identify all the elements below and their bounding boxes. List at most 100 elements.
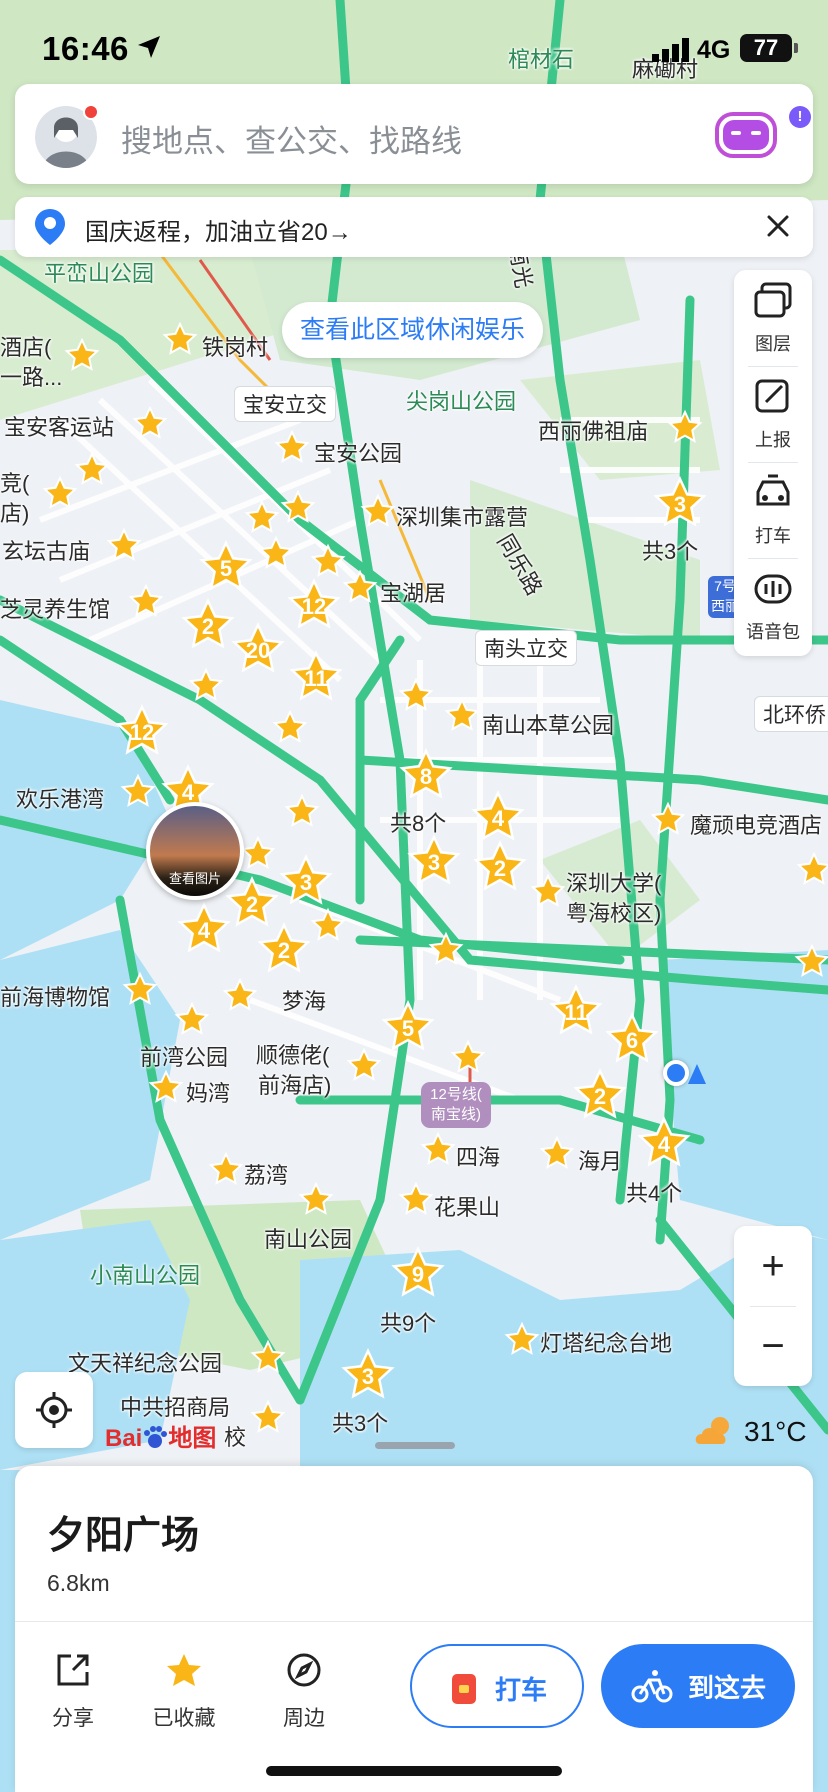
place-detail-sheet: 夕阳广场 6.8km 分享 已收藏 周边 打车 到这去 bbox=[15, 1466, 813, 1792]
notice-text: 国庆返程，加油立省20→ bbox=[85, 219, 352, 246]
label-partial-1: 竞( bbox=[0, 471, 30, 496]
nearby-label: 周边 bbox=[283, 1707, 325, 1730]
label-cluster-9: 共9个 bbox=[380, 1311, 437, 1336]
label-xiaonanshan-park: 小南山公园 bbox=[90, 1263, 201, 1288]
star-icon bbox=[167, 1654, 201, 1686]
map-tool-panel: 图层 上报 打车 语音包 bbox=[734, 270, 812, 656]
label-mowan-hotel: 魔顽电竞酒店 bbox=[690, 813, 823, 838]
metro-badge-line2: 南宝线) bbox=[431, 1106, 481, 1123]
compass-icon bbox=[287, 1653, 321, 1687]
label-wentianxiang-park: 文天祥纪念公园 bbox=[68, 1351, 223, 1376]
current-location-dot bbox=[663, 1060, 689, 1086]
ai-assistant-icon[interactable] bbox=[715, 112, 777, 158]
share-icon bbox=[57, 1654, 89, 1686]
label-cluster-8: 共8个 bbox=[390, 811, 447, 836]
nearby-button[interactable]: 周边 bbox=[259, 1652, 349, 1732]
search-bar[interactable]: 搜地点、查公交、找路线 ! bbox=[15, 84, 813, 184]
heading-arrow-icon bbox=[688, 1064, 706, 1084]
red-envelope-icon bbox=[452, 1674, 476, 1704]
share-button[interactable]: 分享 bbox=[28, 1652, 118, 1732]
label-qianhai-museum: 前海博物馆 bbox=[0, 985, 111, 1010]
label-liwan: 荔湾 bbox=[244, 1163, 289, 1188]
place-title: 夕阳广场 bbox=[47, 1515, 200, 1557]
network-type: 4G bbox=[697, 36, 731, 64]
label-cluster-3b: 共3个 bbox=[332, 1411, 389, 1436]
label-shundelao-2: 前海店) bbox=[258, 1073, 332, 1098]
cloud-sun-icon bbox=[695, 1417, 729, 1444]
layers-icon bbox=[754, 282, 792, 318]
tool-taxi-label: 打车 bbox=[755, 526, 791, 546]
locate-me-button[interactable] bbox=[15, 1372, 93, 1448]
sunset-photo-marker[interactable]: 查看图片 bbox=[146, 802, 244, 900]
label-baoan-bus-station: 宝安客运站 bbox=[4, 415, 115, 440]
label-pingluan-park: 平峦山公园 bbox=[44, 261, 155, 286]
promo-notice[interactable]: 国庆返程，加油立省20→ bbox=[15, 197, 813, 257]
label-haiyue: 海月 bbox=[578, 1149, 623, 1174]
signal-bars-icon bbox=[652, 38, 689, 62]
label-camping: 深圳集市露营 bbox=[396, 505, 529, 530]
label-qianwan-park: 前湾公园 bbox=[140, 1045, 229, 1070]
metro-line-12-badge: 12号线( 南宝线) bbox=[421, 1082, 491, 1128]
label-mawan: 妈湾 bbox=[186, 1081, 231, 1106]
zoom-control: + − bbox=[734, 1226, 812, 1386]
label-cluster-4: 共4个 bbox=[626, 1181, 683, 1206]
label-baohuju: 宝湖居 bbox=[380, 581, 447, 606]
favorite-button[interactable]: 已收藏 bbox=[139, 1652, 229, 1732]
report-icon bbox=[755, 379, 789, 413]
explore-area-chip[interactable]: 查看此区域休闲娱乐 bbox=[282, 302, 544, 358]
label-cmg-school: 校 bbox=[224, 1425, 247, 1450]
label-huaguoshan: 花果山 bbox=[434, 1195, 501, 1220]
assistant-alert-badge: ! bbox=[789, 106, 811, 128]
tool-report[interactable]: 上报 bbox=[734, 366, 812, 462]
label-menghai: 梦海 bbox=[282, 989, 327, 1014]
photo-marker-label: 查看图片 bbox=[168, 871, 221, 886]
paw-icon bbox=[144, 1426, 168, 1448]
tool-voice-pack[interactable]: 语音包 bbox=[734, 558, 812, 654]
label-jiangang-park: 尖岗山公园 bbox=[406, 389, 517, 414]
weather-temp: 31°C bbox=[744, 1416, 807, 1447]
label-road-partial: 一路... bbox=[0, 365, 63, 390]
label-huanle-harbor: 欢乐港湾 bbox=[16, 787, 105, 812]
search-input[interactable]: 搜地点、查公交、找路线 bbox=[121, 116, 462, 161]
go-here-button[interactable]: 到这去 bbox=[601, 1644, 795, 1728]
label-xili-temple: 西丽佛祖庙 bbox=[538, 419, 649, 444]
notification-dot bbox=[83, 104, 99, 120]
zoom-out-button[interactable]: − bbox=[734, 1306, 812, 1386]
go-here-label: 到这去 bbox=[688, 1673, 767, 1703]
favorite-label: 已收藏 bbox=[152, 1707, 216, 1730]
metro-line-7-num: 7号 bbox=[714, 578, 736, 594]
taxi-button-label: 打车 bbox=[495, 1675, 548, 1705]
label-sihai: 四海 bbox=[456, 1145, 501, 1170]
sheet-drag-handle[interactable] bbox=[375, 1442, 455, 1449]
close-icon[interactable] bbox=[763, 211, 793, 241]
tool-layers-label: 图层 bbox=[755, 334, 791, 354]
label-partial-2: 店) bbox=[0, 501, 30, 526]
baidu-map-logo: Bai 地图 bbox=[105, 1425, 217, 1452]
bike-icon bbox=[631, 1670, 673, 1703]
share-label: 分享 bbox=[52, 1707, 94, 1730]
location-arrow-icon bbox=[138, 36, 160, 58]
taxi-icon bbox=[756, 474, 790, 506]
label-szu-2: 粤海校区) bbox=[566, 901, 662, 926]
status-time: 16:46 bbox=[42, 30, 129, 67]
taxi-button[interactable]: 打车 bbox=[410, 1644, 584, 1728]
tool-layers[interactable]: 图层 bbox=[734, 270, 812, 366]
sheet-divider bbox=[15, 1621, 813, 1622]
label-bencao-park: 南山本草公园 bbox=[482, 713, 615, 738]
label-baoan-interchange: 宝安立交 bbox=[234, 386, 336, 422]
label-nanshan-park: 南山公园 bbox=[264, 1227, 353, 1252]
tool-voice-pack-label: 语音包 bbox=[746, 622, 800, 642]
metro-badge-line1: 12号线( bbox=[430, 1086, 482, 1103]
tool-report-label: 上报 bbox=[755, 430, 791, 450]
home-indicator bbox=[266, 1766, 562, 1776]
label-cluster-3a: 共3个 bbox=[642, 539, 699, 564]
location-pin-icon bbox=[35, 209, 65, 245]
place-distance: 6.8km bbox=[47, 1570, 110, 1596]
label-szu-1: 深圳大学( bbox=[566, 871, 662, 896]
tool-taxi[interactable]: 打车 bbox=[734, 462, 812, 558]
label-nantou-interchange: 南头立交 bbox=[475, 630, 577, 666]
label-beihuan: 北环侨 bbox=[754, 696, 828, 732]
label-xuantan-temple: 玄坛古庙 bbox=[2, 539, 91, 564]
battery-indicator: 77 bbox=[740, 34, 798, 62]
zoom-in-button[interactable]: + bbox=[734, 1226, 812, 1306]
